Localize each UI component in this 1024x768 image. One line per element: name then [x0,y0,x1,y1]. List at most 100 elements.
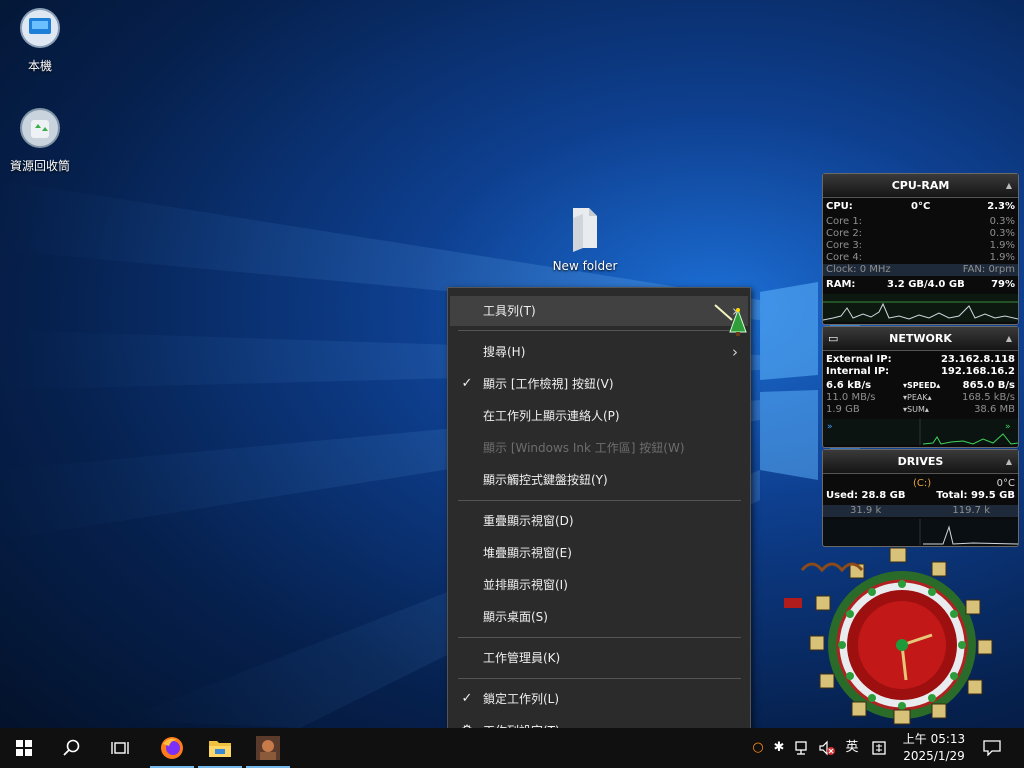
core-row: Core 4: 1.9% [823,252,1018,264]
menu-item-stacked[interactable]: 堆疊顯示視窗(E) [450,538,748,568]
internal-ip-label: Internal IP: [826,366,890,377]
christmas-tree-cursor-icon [714,304,747,336]
collapse-icon[interactable]: ▲ [1006,327,1012,351]
menu-item-search[interactable]: 搜尋(H) › [450,337,748,367]
upload-speed: 865.0 B/s [962,380,1015,391]
clock-time: 上午 05:13 [902,732,966,746]
menu-item-lock-taskbar[interactable]: ✓ 鎖定工作列(L) [450,684,748,714]
windows-logo-icon [16,740,32,756]
gadget-title: NETWORK [889,332,952,345]
menu-item-show-people[interactable]: 在工作列上顯示連絡人(P) [450,401,748,431]
menu-separator [458,637,741,638]
taskbar: ○ ✱ 英 上午 05:13 2025/1/29 [0,728,1024,768]
menu-item-show-desktop[interactable]: 顯示桌面(S) [450,602,748,632]
collapse-icon[interactable]: ▲ [1006,450,1012,474]
menu-item-show-task-view[interactable]: ✓ 顯示 [工作檢視] 按鈕(V) [450,369,748,399]
internal-ip-row: Internal IP: 192.168.16.2 [823,366,1018,378]
drive-read: 31.9 k [850,505,882,516]
core-row: Core 2: 0.3% [823,228,1018,240]
svg-text:»: » [827,422,833,432]
menu-separator [458,330,741,331]
search-icon [63,739,80,756]
search-button[interactable] [48,728,96,768]
taskbar-app-file-explorer[interactable] [196,728,244,768]
recycle-bin-icon [20,108,60,148]
clock-label: Clock: 0 MHz [826,264,891,275]
cpu-temp: 0°C [911,201,931,212]
chevron-right-icon: › [732,343,738,361]
desktop-icon-label: New folder [552,259,618,273]
speed-row: 6.6 kB/s ▾SPEED▴ 865.0 B/s [826,380,1015,391]
core-value: 0.3% [989,228,1015,239]
drives-gadget: DRIVES ▲ (C:) 0°C Used: 28.8 GB Total: 99.… [822,449,1019,547]
ime-icon [872,740,886,755]
start-button[interactable] [0,728,48,768]
fan-label: FAN: 0rpm [962,264,1015,275]
sum-row: 1.9 GB ▾SUM▴ 38.6 MB [826,404,1015,415]
network-status-icon[interactable] [790,728,814,768]
app-thumbnail-icon [256,736,280,760]
drive-total: Total: 99.5 GB [936,490,1015,501]
gadget-title: CPU-RAM [891,179,950,192]
monitor-icon: ▭ [828,332,839,345]
speed-label: SPEED [907,381,937,390]
ram-value: 3.2 GB/4.0 GB [887,279,965,290]
menu-item-touch-keyboard[interactable]: 顯示觸控式鍵盤按鈕(Y) [450,465,748,495]
christmas-clock-widget [784,547,993,725]
core-label: Core 3: [826,240,863,251]
drive-temp: 0°C [996,478,1015,489]
network-icon [795,740,807,755]
input-language-indicator[interactable]: 英 [840,728,864,768]
tray-star-icon[interactable]: ✱ [768,728,790,768]
menu-item-label: 堆疊顯示視窗(E) [483,546,572,560]
gadget-header[interactable]: DRIVES ▲ [823,450,1018,474]
menu-item-label: 重疊顯示視窗(D) [483,514,574,528]
download-peak: 11.0 MB/s [826,392,876,403]
external-ip-value: 23.162.8.118 [940,354,1015,365]
desktop-icon-new-folder[interactable]: New folder [545,204,625,273]
desktop-icon-label: 本機 [27,59,52,73]
external-ip-label: External IP: [826,354,892,365]
checkmark-icon: ✓ [461,376,473,391]
cpu-ram-gadget: CPU-RAM ▲ CPU: 0°C 2.3% Core 1: 0.3% Core… [822,173,1019,325]
taskbar-app-image[interactable] [244,728,292,768]
external-ip-row: External IP: 23.162.8.118 [823,354,1018,366]
volume-muted-icon[interactable] [814,728,840,768]
clock-fan-row: Clock: 0 MHz FAN: 0rpm [823,264,1018,276]
menu-item-label: 工作管理員(K) [483,651,561,665]
taskbar-app-firefox[interactable] [148,728,196,768]
core-label: Core 4: [826,252,863,263]
upload-peak: 168.5 kB/s [961,392,1015,403]
menu-separator [458,500,741,501]
gadget-header[interactable]: CPU-RAM ▲ [823,174,1018,198]
menu-item-cascade[interactable]: 重疊顯示視窗(D) [450,506,748,536]
gadget-header[interactable]: ▭ NETWORK ▲ [823,327,1018,351]
clock-date: 2025/1/29 [903,749,965,763]
desktop-icon-this-pc[interactable]: 本機 [0,6,80,74]
speaker-icon [819,740,835,755]
menu-item-toolbars[interactable]: 工具列(T) › [450,296,748,326]
menu-item-label: 顯示 [工作檢視] 按鈕(V) [483,377,614,391]
menu-item-label: 在工作列上顯示連絡人(P) [483,409,620,423]
folder-icon [573,208,597,252]
ime-mode-icon[interactable] [866,728,892,768]
collapse-icon[interactable]: ▲ [1006,174,1012,198]
file-explorer-icon [209,741,231,757]
core-row: Core 1: 0.3% [823,216,1018,228]
internal-ip-value: 192.168.16.2 [940,366,1015,377]
notification-center-button[interactable] [978,728,1006,768]
core-value: 1.9% [989,252,1015,263]
checkmark-icon: ✓ [461,691,473,706]
download-sum: 1.9 GB [826,404,860,415]
tray-app-icon[interactable]: ○ [748,728,768,768]
menu-item-side-by-side[interactable]: 並排顯示視窗(I) [450,570,748,600]
taskbar-clock[interactable]: 上午 05:13 2025/1/29 [896,731,972,765]
task-view-icon [111,742,129,754]
download-speed: 6.6 kB/s [826,380,872,391]
menu-item-task-manager[interactable]: 工作管理員(K) [450,643,748,673]
upload-sum: 38.6 MB [974,404,1015,415]
task-view-button[interactable] [96,728,144,768]
cpu-percent: 2.3% [987,201,1015,212]
desktop-icon-recycle-bin[interactable]: 資源回收筒 [0,106,80,174]
drive-header-row: (C:) 0°C [823,478,1018,490]
